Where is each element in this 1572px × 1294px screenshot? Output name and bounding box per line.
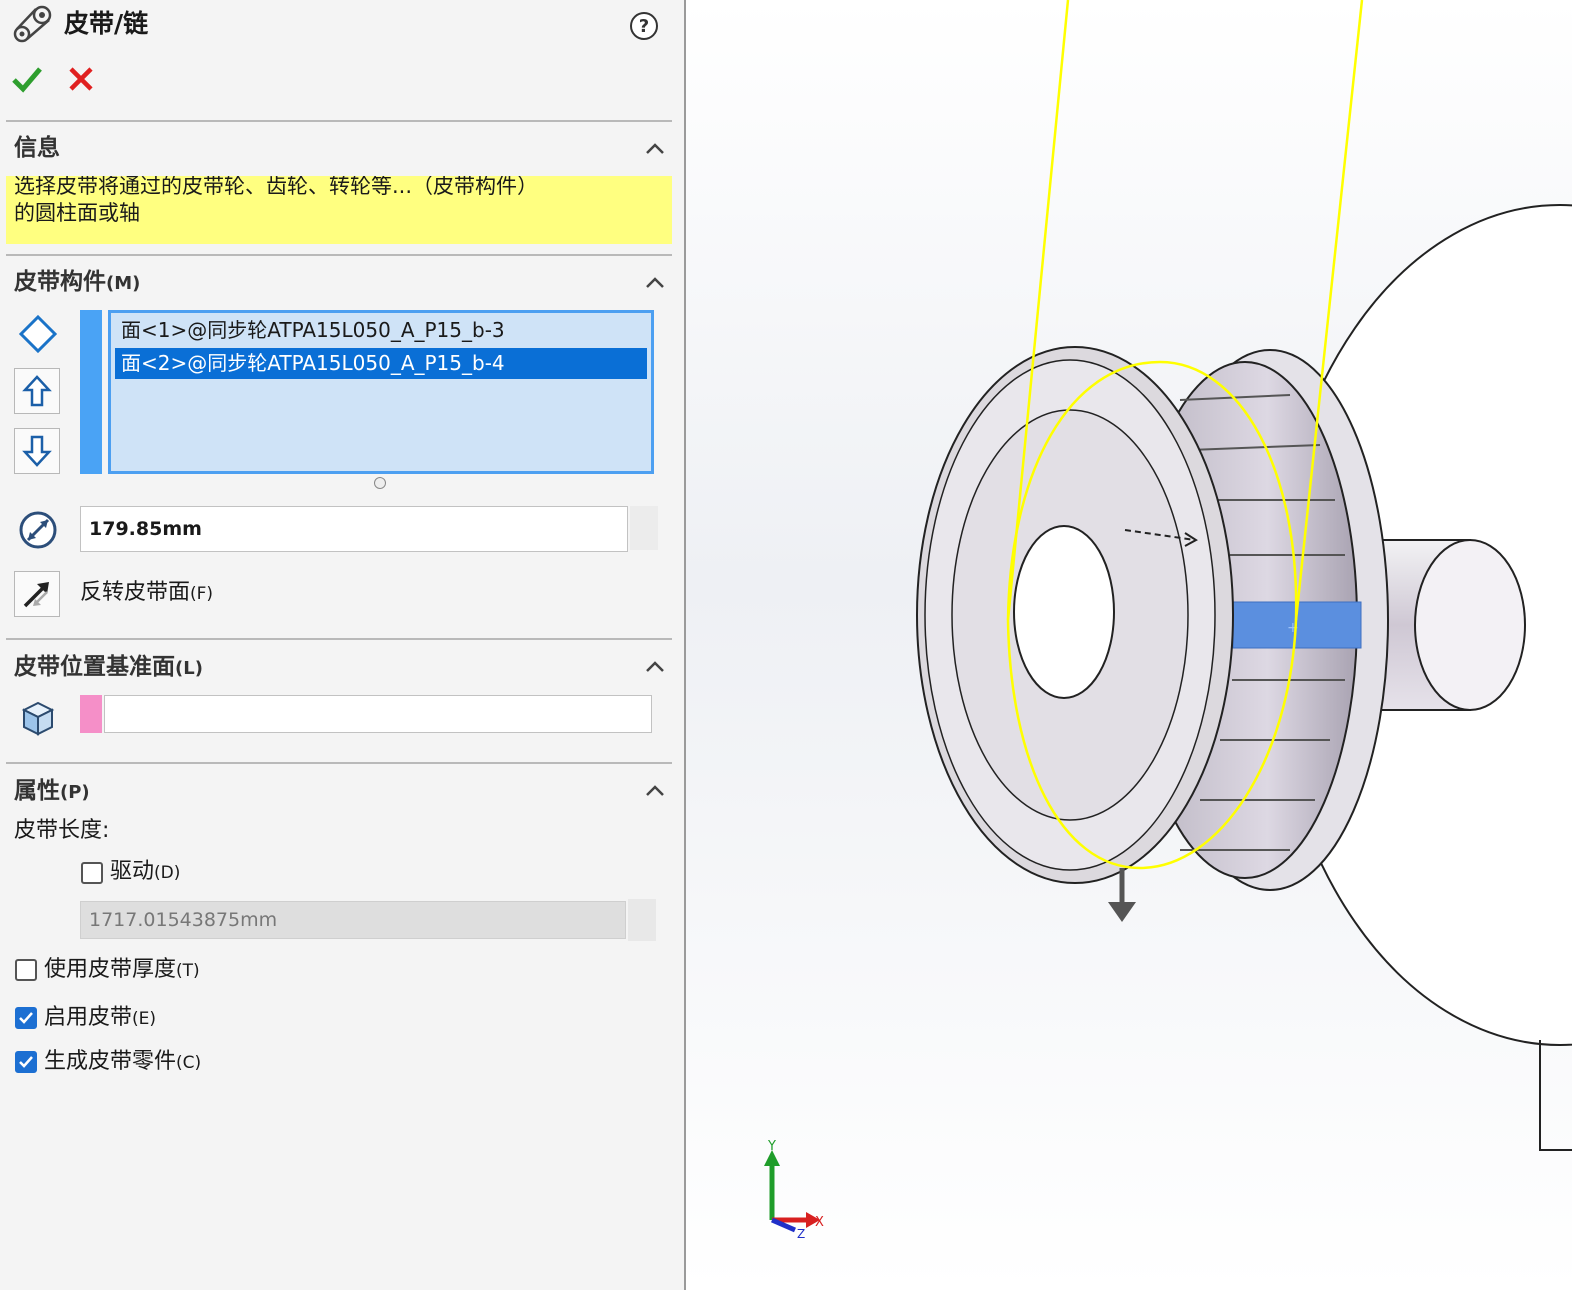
create-belt-part-label[interactable]: 生成皮带零件(C): [44, 1047, 201, 1078]
driving-shortcut: (D): [154, 863, 181, 883]
belt-plane-section-title: 皮带位置基准面(L): [14, 651, 203, 685]
enable-belt-shortcut: (E): [132, 1009, 157, 1029]
divider: [6, 120, 672, 122]
plane-color-indicator: [80, 695, 102, 733]
list-item-label: 面<1>@同步轮ATPA15L050_A_P15_b-3: [121, 318, 505, 342]
divider: [6, 254, 672, 256]
list-item[interactable]: 面<1>@同步轮ATPA15L050_A_P15_b-3: [115, 315, 647, 346]
graphics-viewport[interactable]: + Y X Z: [686, 0, 1572, 1290]
plane-cube-icon: [18, 698, 58, 738]
question-icon[interactable]: ?: [628, 10, 660, 42]
chevron-up-icon: [646, 785, 664, 796]
ok-button[interactable]: [10, 62, 44, 96]
collapse-properties-button[interactable]: [644, 780, 666, 806]
driving-label[interactable]: 驱动(D): [110, 857, 180, 888]
belt-members-section-title: 皮带构件(M): [14, 266, 140, 300]
pulley-model-view[interactable]: + Y X Z: [686, 0, 1572, 1290]
belt-plane-field[interactable]: [104, 695, 652, 733]
list-resize-handle[interactable]: [374, 477, 386, 489]
collapse-members-button[interactable]: [644, 272, 666, 298]
panel-title: 皮带/链: [64, 9, 149, 38]
create-belt-part-shortcut: (C): [176, 1053, 202, 1073]
pulley-bore: [1013, 525, 1115, 699]
collapse-plane-button[interactable]: [644, 656, 666, 682]
pulley-diameter-icon: [16, 508, 60, 552]
move-up-button[interactable]: [14, 368, 60, 414]
use-thickness-label[interactable]: 使用皮带厚度(T): [44, 955, 200, 986]
use-thickness-checkbox[interactable]: [15, 959, 37, 981]
info-message-line1: 选择皮带将通过的皮带轮、齿轮、转轮等...（皮带构件）: [14, 176, 539, 198]
driving-checkbox[interactable]: [81, 862, 103, 884]
flip-label-text: 反转皮带面: [80, 580, 191, 605]
checkmark-icon: [12, 67, 42, 93]
triad-z-label: Z: [797, 1227, 805, 1241]
belt-plane-title-text: 皮带位置基准面: [14, 654, 175, 680]
cancel-button[interactable]: [66, 64, 96, 94]
arrow-down-icon: [22, 435, 52, 467]
enable-belt-checkbox[interactable]: [15, 1007, 37, 1029]
belt-members-shortcut: (M): [106, 273, 141, 294]
triad-x-label: X: [815, 1215, 824, 1230]
info-section-title: 信息: [14, 135, 60, 161]
property-manager-panel: 皮带/链 ? 信息 选择皮带将通过的皮带轮、齿轮、转轮等...（皮带构件） 的圆…: [0, 0, 686, 1290]
info-message-line2: 的圆柱面或轴: [14, 201, 140, 225]
chevron-up-icon: [646, 661, 664, 672]
triad-y-label: Y: [767, 1139, 776, 1154]
belt-length-label: 皮带长度:: [14, 818, 110, 843]
properties-shortcut: (P): [60, 782, 90, 803]
create-belt-part-text: 生成皮带零件: [44, 1049, 177, 1074]
check-icon: [19, 1012, 33, 1024]
arrow-up-icon: [22, 375, 52, 407]
diameter-input[interactable]: 179.85mm: [80, 506, 628, 552]
properties-section-title: 属性(P): [14, 775, 90, 809]
belt-length-field: 1717.01543875mm: [80, 901, 626, 939]
chevron-up-icon: [646, 143, 664, 154]
use-thickness-shortcut: (T): [176, 961, 200, 981]
flip-belt-side-label[interactable]: 反转皮带面(F): [80, 578, 213, 609]
divider: [6, 638, 672, 640]
collapse-info-button[interactable]: [644, 138, 666, 164]
belt-chain-icon: [12, 4, 54, 44]
flip-belt-side-button[interactable]: [14, 571, 60, 617]
diameter-spinner[interactable]: [630, 506, 658, 550]
divider: [6, 762, 672, 764]
selection-color-indicator: [80, 310, 102, 474]
info-message: 选择皮带将通过的皮带轮、齿轮、转轮等...（皮带构件） 的圆柱面或轴: [6, 176, 672, 244]
check-icon: [19, 1056, 33, 1068]
belt-members-title-text: 皮带构件: [14, 269, 106, 295]
belt-length-spinner: [628, 899, 656, 941]
move-down-button[interactable]: [14, 428, 60, 474]
flip-shortcut: (F): [190, 584, 214, 604]
belt-plane-shortcut: (L): [175, 658, 203, 679]
properties-title-text: 属性: [14, 778, 60, 804]
driving-label-text: 驱动: [110, 859, 155, 884]
cylindrical-face-icon: [18, 314, 58, 354]
chevron-up-icon: [646, 277, 664, 288]
enable-belt-text: 启用皮带: [44, 1005, 133, 1030]
enable-belt-label[interactable]: 启用皮带(E): [44, 1003, 156, 1034]
list-item-selected[interactable]: 面<2>@同步轮ATPA15L050_A_P15_b-4: [115, 348, 647, 379]
use-thickness-text: 使用皮带厚度: [44, 957, 177, 982]
svg-text:?: ?: [639, 16, 649, 37]
front-flange[interactable]: [916, 346, 1234, 884]
list-item-label: 面<2>@同步轮ATPA15L050_A_P15_b-4: [121, 351, 505, 375]
belt-members-list[interactable]: 面<1>@同步轮ATPA15L050_A_P15_b-3 面<2>@同步轮ATP…: [108, 310, 654, 474]
x-icon: [69, 67, 93, 91]
flip-arrow-icon: [23, 582, 49, 608]
create-belt-part-checkbox[interactable]: [15, 1051, 37, 1073]
